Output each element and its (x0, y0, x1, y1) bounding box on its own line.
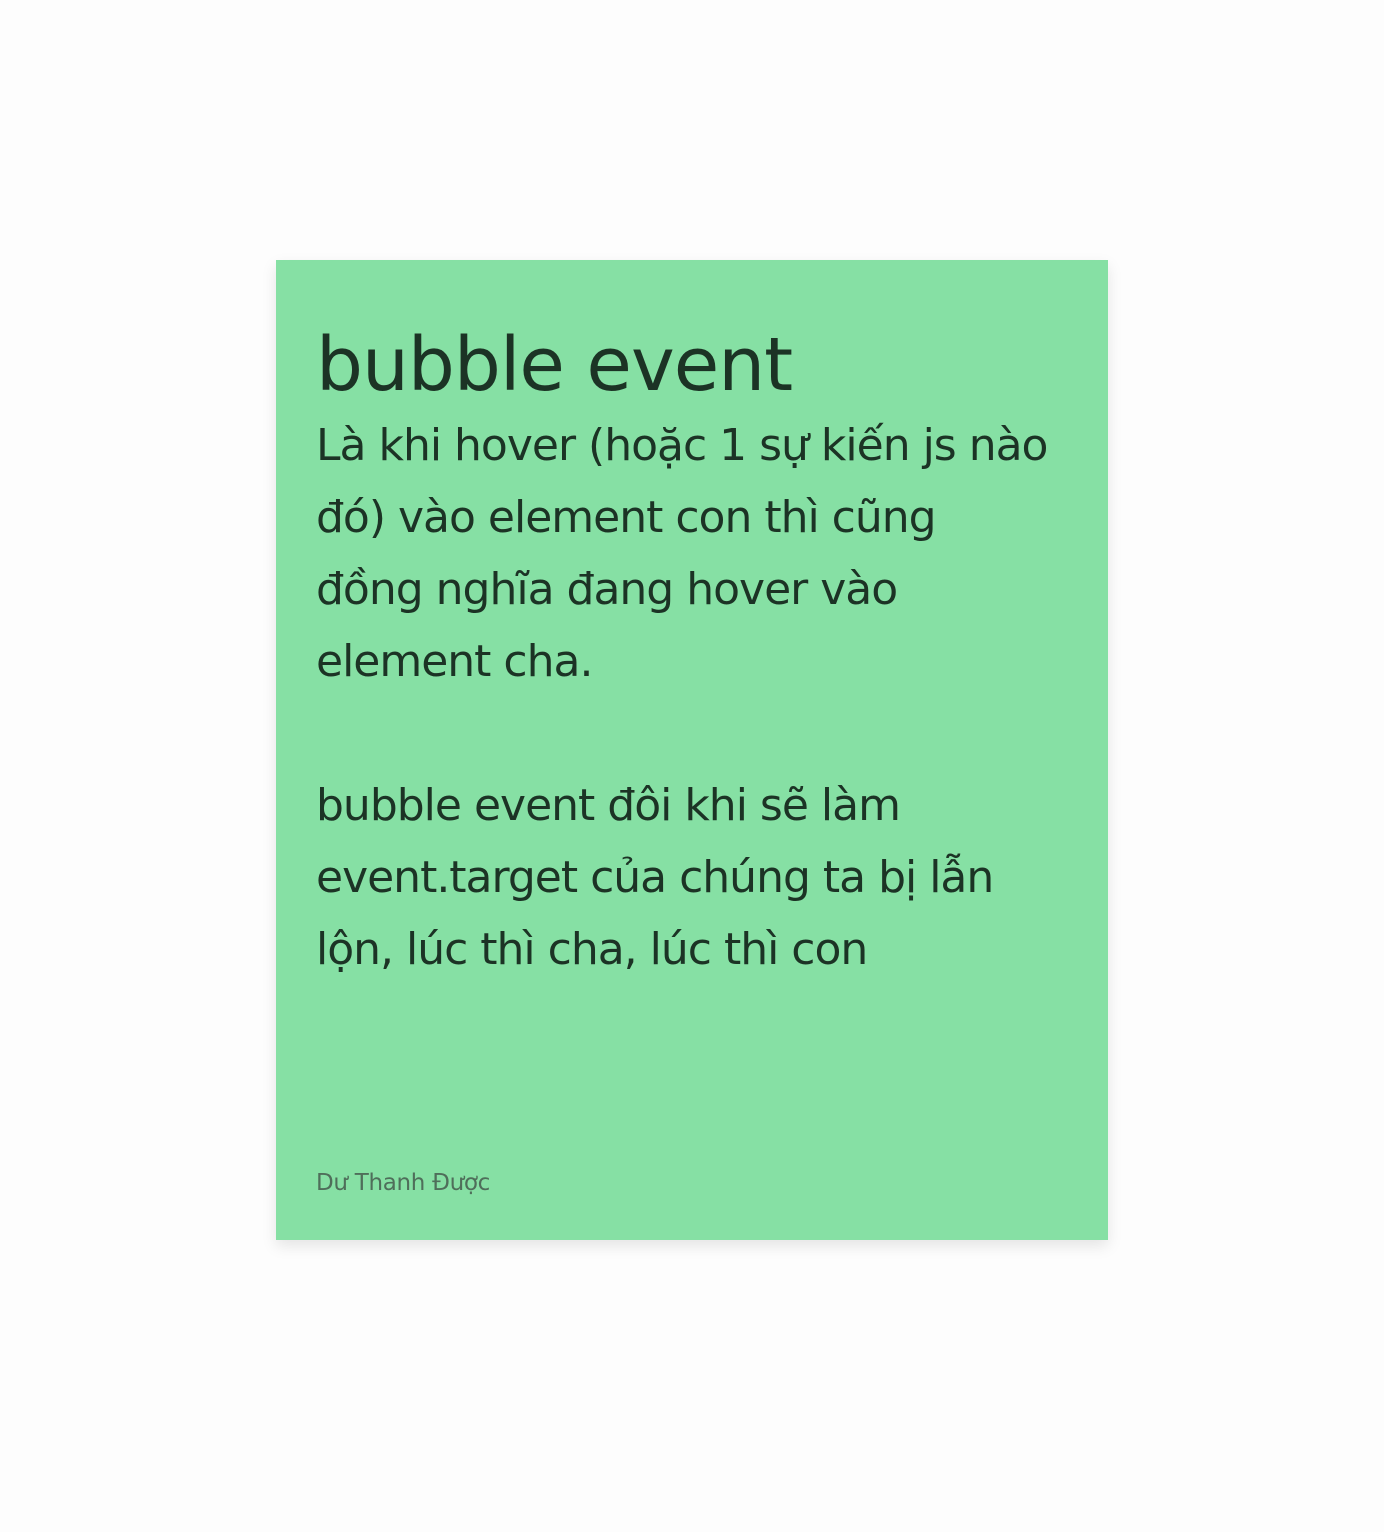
note-line: event.target của chúng ta bị lẫn (316, 852, 994, 903)
page: { "card": { "title": "bubble event", "pa… (0, 0, 1384, 1532)
note-line: bubble event đôi khi sẽ làm (316, 780, 901, 831)
note-card[interactable]: bubble event Là khi hover (hoặc 1 sự kiế… (276, 260, 1108, 1240)
note-author: Dư Thanh Được (316, 1170, 491, 1196)
note-line: element cha. (316, 636, 593, 687)
note-body: Là khi hover (hoặc 1 sự kiến js nào đó) … (316, 410, 1076, 986)
note-paragraph-2: bubble event đôi khi sẽ làm event.target… (316, 770, 1076, 986)
note-line: lộn, lúc thì cha, lúc thì con (316, 924, 868, 975)
note-paragraph-1: Là khi hover (hoặc 1 sự kiến js nào đó) … (316, 410, 1076, 698)
note-title: bubble event (316, 322, 793, 408)
note-line: đồng nghĩa đang hover vào (316, 564, 898, 615)
note-line: đó) vào element con thì cũng (316, 492, 937, 543)
note-line: Là khi hover (hoặc 1 sự kiến js nào (316, 420, 1048, 471)
